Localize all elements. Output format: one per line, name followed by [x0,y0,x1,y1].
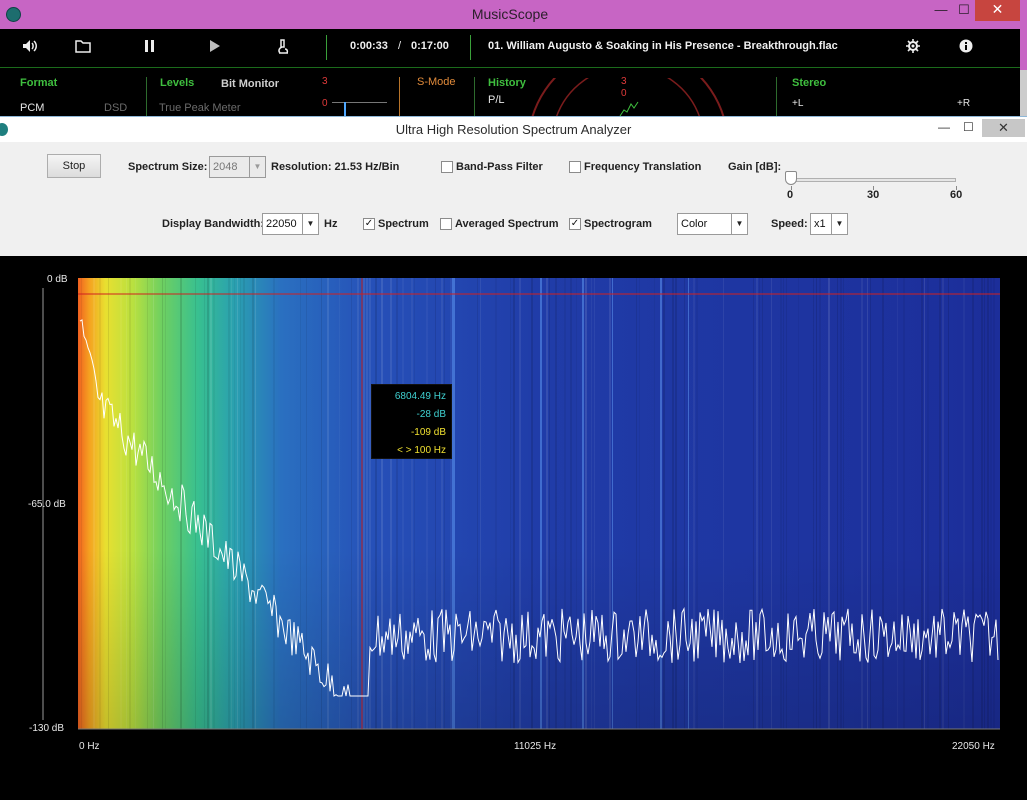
spectrum-size-select[interactable]: 2048 ▼ [209,156,266,178]
tooltip-frequency: 6804.49 Hz [394,391,446,402]
time-total: 0:17:00 [411,40,449,52]
history-pl-label: P/L [488,94,505,106]
bit-monitor-title[interactable]: Bit Monitor [221,78,279,90]
time-separator: / [398,40,402,52]
folder-open-icon[interactable] [73,39,93,58]
spectrogram-shade [78,278,1000,729]
toolbar-separator [326,35,327,60]
analyzer-close-button[interactable]: ✕ [982,119,1025,137]
stereo-right-label: +R [957,98,971,109]
format-dsd[interactable]: DSD [104,102,127,114]
spectrum-size-label: Spectrum Size: [128,161,208,173]
volume-icon[interactable] [20,39,40,58]
spectrogram-canvas[interactable] [0,256,1027,800]
hz-label: Hz [324,218,338,230]
info-icon[interactable] [956,39,976,58]
play-icon[interactable] [205,39,225,58]
spectrum-checkbox[interactable]: ✓ [363,218,375,230]
musicscope-titlebar[interactable]: MusicScope — ☐ ✕ [0,0,1020,29]
stop-button[interactable]: Stop [47,154,101,178]
bit-monitor-scale-zero: 0 [322,98,328,109]
spectrogram-label[interactable]: Spectrogram [584,218,652,230]
averaged-checkbox[interactable] [440,218,452,230]
display-bandwidth-value: 22050 [266,218,297,230]
bit-monitor-scale-top: 3 [322,76,328,87]
format-panel-title: Format [20,77,58,89]
gain-tick-label: 0 [787,189,794,201]
spectrum-label[interactable]: Spectrum [378,218,429,230]
analyzer-minimize-button[interactable]: — [938,120,950,134]
spectrogram-plot-area[interactable]: 0 dB -65.0 dB -130 dB 0 Hz 11025 Hz 2205… [0,256,1027,800]
tooltip-level: -28 dB [416,409,446,420]
maximize-button[interactable]: ☐ [953,0,975,21]
display-bandwidth-label: Display Bandwidth: [162,218,265,230]
display-bandwidth-select[interactable]: 22050 ▼ [262,213,319,235]
true-peak-meter-label[interactable]: True Peak Meter [159,102,241,114]
x-label-start: 0 Hz [79,741,100,752]
format-pcm[interactable]: PCM [20,102,44,114]
gain-slider-thumb[interactable] [785,171,797,185]
time-elapsed: 0:00:33 [350,40,388,52]
chevron-down-icon: ▼ [249,157,265,177]
gain-tick-label: 60 [950,189,963,201]
stereo-left-label: +L [792,98,804,109]
bit-monitor-axis [332,102,387,103]
color-mode-select[interactable]: Color ▼ [677,213,748,235]
close-button[interactable]: ✕ [975,0,1020,21]
color-mode-value: Color [681,218,708,230]
musicscope-title: MusicScope [471,6,549,22]
y-label-top: 0 dB [47,274,68,285]
smode-separator [399,77,400,118]
spectrum-size-value: 2048 [213,161,238,173]
smode-title[interactable]: S-Mode [417,76,456,88]
tooltip-level2: -109 dB [410,427,446,438]
analyzer-titlebar[interactable]: Ultra High Resolution Spectrum Analyzer … [0,116,1027,142]
history-panel-title: History [488,77,526,89]
bandpass-label[interactable]: Band-Pass Filter [456,161,543,173]
cursor-readout-tooltip: 6804.49 Hz -28 dB -109 dB < > 100 Hz [371,384,452,459]
chevron-down-icon: ▼ [302,214,318,234]
microscope-icon[interactable] [273,39,293,60]
levels-panel-title: Levels [160,77,195,89]
analyzer-maximize-button[interactable]: ☐ [963,120,974,134]
desktop: MusicScope — ☐ ✕ 0:00:33 / 0:17:00 01. W… [0,0,1027,800]
x-label-mid: 11025 Hz [514,741,557,752]
averaged-label[interactable]: Averaged Spectrum [455,218,559,230]
y-label-bottom: -130 dB [29,723,65,734]
spectrum-analyzer-window: Ultra High Resolution Spectrum Analyzer … [0,116,1027,800]
stereo-panel-title: Stereo [792,77,827,89]
panel-separator [474,77,475,118]
panel-separator [776,77,777,118]
pause-icon[interactable] [140,39,160,58]
freq-translation-checkbox[interactable] [569,161,581,173]
gain-label: Gain [dB]: [728,161,782,173]
resolution-label: Resolution: 21.53 Hz/Bin [271,161,400,173]
track-name: 01. William Augusto & Soaking in His Pre… [488,40,838,52]
toolbar-separator [470,35,471,60]
y-label-mid: -65.0 dB [28,499,66,510]
musicscope-panels: Format PCM DSD Levels True Peak Meter Bi… [0,68,1020,118]
gain-slider-track[interactable] [791,178,956,182]
analyzer-title: Ultra High Resolution Spectrum Analyzer [395,122,632,137]
bandpass-checkbox[interactable] [441,161,453,173]
history-gauge [531,78,725,118]
musicscope-toolbar: 0:00:33 / 0:17:00 01. William Augusto & … [0,29,1020,68]
freq-translation-label[interactable]: Frequency Translation [584,161,701,173]
panel-separator [146,77,147,118]
speed-select[interactable]: x1 ▼ [810,213,848,235]
settings-gear-icon[interactable] [903,39,923,58]
spectrogram-checkbox[interactable]: ✓ [569,218,581,230]
gain-tick-label: 30 [867,189,880,201]
tooltip-band: < > 100 Hz [397,445,446,456]
minimize-button[interactable]: — [930,0,952,21]
speed-value: x1 [814,218,826,230]
chevron-down-icon: ▼ [731,214,747,234]
speed-label: Speed: [771,218,808,230]
chevron-down-icon: ▼ [831,214,847,234]
analyzer-controls: Stop Spectrum Size: 2048 ▼ Resolution: 2… [0,142,1027,256]
x-label-end: 22050 Hz [952,741,995,752]
